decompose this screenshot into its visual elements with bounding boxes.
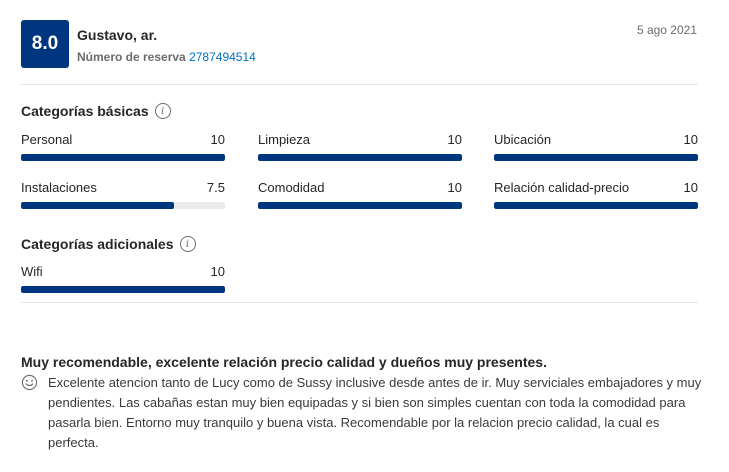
reservation-info: Número de reserva 2787494514 (77, 50, 256, 64)
category-relacion-calidad-precio: Relación calidad-precio 10 (494, 179, 698, 209)
category-label: Ubicación (494, 132, 552, 147)
info-icon[interactable]: i (154, 103, 171, 119)
category-limpieza: Limpieza 10 (258, 131, 462, 161)
score-bar (21, 202, 225, 209)
basic-categories-heading: Categorías básicas (21, 103, 149, 119)
category-ubicacion: Ubicación 10 (494, 131, 698, 161)
score-bar (494, 154, 698, 161)
score-bar-fill (258, 202, 462, 209)
category-value: 7.5 (206, 180, 225, 195)
score-bar (258, 154, 462, 161)
score-bar-fill (258, 154, 462, 161)
category-value: 10 (210, 264, 225, 279)
reviewer-name: Gustavo, ar. (77, 27, 158, 43)
score-bar (258, 202, 462, 209)
category-label: Personal (21, 132, 73, 147)
score-bar-fill (21, 202, 174, 209)
score-bar-fill (494, 202, 698, 209)
category-value: 10 (447, 180, 462, 195)
additional-categories-title: Categorías adicionales i (21, 236, 196, 252)
review-text: Excelente atencion tanto de Lucy como de… (48, 375, 702, 450)
category-label: Wifi (21, 264, 43, 279)
category-label: Instalaciones (21, 180, 97, 195)
basic-categories-title: Categorías básicas i (21, 103, 171, 119)
score-bar (494, 202, 698, 209)
category-label: Limpieza (258, 132, 311, 147)
divider (21, 302, 698, 303)
category-label: Relación calidad-precio (494, 180, 630, 195)
reservation-number-link[interactable]: 2787494514 (189, 50, 256, 64)
category-personal: Personal 10 (21, 131, 225, 161)
category-label: Comodidad (258, 180, 325, 195)
score-badge: 8.0 (21, 20, 69, 68)
category-wifi: Wifi 10 (21, 263, 225, 293)
additional-categories-heading: Categorías adicionales (21, 236, 174, 252)
score-bar-fill (494, 154, 698, 161)
smile-icon (21, 374, 38, 391)
divider (21, 84, 698, 85)
score-bar-fill (21, 286, 225, 293)
review-title: Muy recomendable, excelente relación pre… (21, 354, 547, 370)
category-value: 10 (210, 132, 225, 147)
reservation-label: Número de reserva (77, 50, 186, 64)
score-bar (21, 154, 225, 161)
category-value: 10 (683, 180, 698, 195)
info-icon[interactable]: i (179, 236, 196, 252)
review-date: 5 ago 2021 (636, 23, 697, 37)
category-instalaciones: Instalaciones 7.5 (21, 179, 225, 209)
category-comodidad: Comodidad 10 (258, 179, 462, 209)
score-bar-fill (21, 154, 225, 161)
category-value: 10 (683, 132, 698, 147)
category-value: 10 (447, 132, 462, 147)
score-bar (21, 286, 225, 293)
